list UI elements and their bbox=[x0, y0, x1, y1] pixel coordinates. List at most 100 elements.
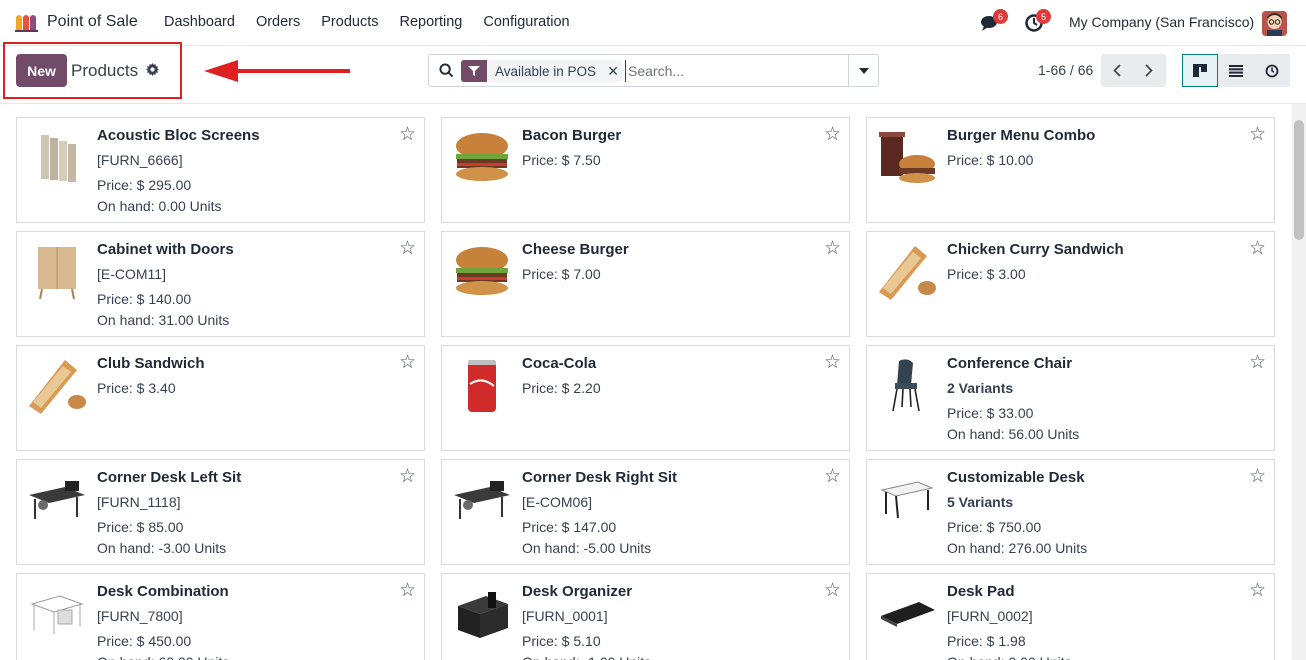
kanban-view-button[interactable] bbox=[1182, 54, 1218, 87]
product-card[interactable]: Burger Menu Combo Price: $ 10.00 ☆ bbox=[866, 117, 1275, 223]
top-navbar: Point of Sale Dashboard Orders Products … bbox=[0, 0, 1306, 46]
favorite-star-icon[interactable]: ☆ bbox=[824, 353, 841, 372]
favorite-star-icon[interactable]: ☆ bbox=[1249, 353, 1266, 372]
product-price: Price: $ 2.20 bbox=[522, 380, 601, 396]
product-card[interactable]: Club Sandwich Price: $ 3.40 ☆ bbox=[16, 345, 425, 451]
product-price: Price: $ 450.00 bbox=[97, 633, 192, 649]
filter-facet-label: Available in POS bbox=[495, 63, 597, 79]
product-card[interactable]: Customizable Desk 5 Variants Price: $ 750.… bbox=[866, 459, 1275, 565]
messages-button[interactable]: 6 bbox=[978, 9, 1008, 35]
product-price: Price: $ 3.00 bbox=[947, 266, 1026, 282]
activity-view-button[interactable] bbox=[1254, 54, 1290, 87]
favorite-star-icon[interactable]: ☆ bbox=[824, 581, 841, 600]
product-name: Desk Combination bbox=[97, 583, 229, 600]
favorite-star-icon[interactable]: ☆ bbox=[399, 581, 416, 600]
favorite-star-icon[interactable]: ☆ bbox=[824, 125, 841, 144]
product-card[interactable]: Chicken Curry Sandwich Price: $ 3.00 ☆ bbox=[866, 231, 1275, 337]
menu-reporting[interactable]: Reporting bbox=[400, 14, 463, 30]
product-card[interactable]: Desk Combination [FURN_7800] Price: $ 450.… bbox=[16, 573, 425, 660]
favorite-star-icon[interactable]: ☆ bbox=[399, 353, 416, 372]
product-card[interactable]: Cheese Burger Price: $ 7.00 ☆ bbox=[441, 231, 850, 337]
favorite-star-icon[interactable]: ☆ bbox=[824, 239, 841, 258]
kanban-icon bbox=[1193, 64, 1207, 77]
list-view-button[interactable] bbox=[1218, 54, 1254, 87]
product-card[interactable]: Corner Desk Right Sit [E-COM06] Price: $ 1… bbox=[441, 459, 850, 565]
product-name: Desk Pad bbox=[947, 583, 1015, 600]
product-card[interactable]: Acoustic Bloc Screens [FURN_6666] Price: $… bbox=[16, 117, 425, 223]
product-on-hand: On hand: 0.00 Units bbox=[947, 654, 1072, 660]
search-icon[interactable] bbox=[439, 63, 454, 78]
product-image bbox=[25, 240, 89, 304]
user-face-icon bbox=[1262, 11, 1287, 36]
favorite-star-icon[interactable]: ☆ bbox=[399, 125, 416, 144]
product-price: Price: $ 3.40 bbox=[97, 380, 176, 396]
product-name: Customizable Desk bbox=[947, 469, 1085, 486]
product-reference: [FURN_6666] bbox=[97, 152, 183, 168]
product-price: Price: $ 7.50 bbox=[522, 152, 601, 168]
kanban-view: Acoustic Bloc Screens [FURN_6666] Price: $… bbox=[0, 104, 1292, 660]
menu-orders[interactable]: Orders bbox=[256, 14, 300, 30]
annotation-highlight-box bbox=[3, 42, 182, 99]
favorite-star-icon[interactable]: ☆ bbox=[1249, 239, 1266, 258]
remove-facet-close-icon[interactable]: ✕ bbox=[604, 63, 622, 80]
product-card[interactable]: Cabinet with Doors [E-COM11] Price: $ 140.… bbox=[16, 231, 425, 337]
product-price: Price: $ 33.00 bbox=[947, 405, 1034, 421]
view-switcher bbox=[1182, 54, 1290, 87]
product-name: Cabinet with Doors bbox=[97, 241, 234, 258]
menu-products[interactable]: Products bbox=[321, 14, 378, 30]
product-name: Corner Desk Left Sit bbox=[97, 469, 242, 486]
product-card[interactable]: Conference Chair 2 Variants Price: $ 33.00… bbox=[866, 345, 1275, 451]
search-input[interactable] bbox=[625, 60, 845, 82]
clock-icon bbox=[1265, 64, 1279, 77]
favorite-star-icon[interactable]: ☆ bbox=[1249, 467, 1266, 486]
product-on-hand: On hand: 276.00 Units bbox=[947, 540, 1088, 556]
pos-app-icon[interactable] bbox=[14, 13, 40, 33]
favorite-star-icon[interactable]: ☆ bbox=[399, 239, 416, 258]
product-card[interactable]: Desk Organizer [FURN_0001] Price: $ 5.10 On… bbox=[441, 573, 850, 660]
product-name: Acoustic Bloc Screens bbox=[97, 127, 260, 144]
product-price: Price: $ 140.00 bbox=[97, 291, 192, 307]
product-variants: 5 Variants bbox=[947, 494, 1014, 510]
product-name: Bacon Burger bbox=[522, 127, 622, 144]
company-switcher[interactable]: My Company (San Francisco) bbox=[1069, 14, 1254, 30]
menu-dashboard[interactable]: Dashboard bbox=[164, 14, 235, 30]
product-card[interactable]: Coca-Cola Price: $ 2.20 ☆ bbox=[441, 345, 850, 451]
product-card[interactable]: Bacon Burger Price: $ 7.50 ☆ bbox=[441, 117, 850, 223]
product-price: Price: $ 10.00 bbox=[947, 152, 1034, 168]
main-menu: Dashboard Orders Products Reporting Conf… bbox=[164, 14, 591, 30]
activities-button[interactable]: 5 bbox=[1022, 9, 1051, 35]
product-image bbox=[25, 354, 89, 418]
menu-configuration[interactable]: Configuration bbox=[483, 14, 569, 30]
scrollbar-thumb[interactable] bbox=[1294, 120, 1304, 240]
pager-value[interactable]: 1-66 / 66 bbox=[1038, 62, 1093, 78]
favorite-star-icon[interactable]: ☆ bbox=[824, 467, 841, 486]
user-avatar[interactable] bbox=[1262, 11, 1287, 36]
product-image bbox=[450, 582, 514, 646]
chevron-right-icon bbox=[1145, 64, 1153, 77]
search-options-toggle[interactable] bbox=[848, 55, 878, 86]
vertical-scrollbar[interactable] bbox=[1292, 104, 1306, 660]
product-name: Conference Chair bbox=[947, 355, 1073, 372]
product-reference: [FURN_0001] bbox=[522, 608, 608, 624]
product-name: Desk Organizer bbox=[522, 583, 633, 600]
favorite-star-icon[interactable]: ☆ bbox=[1249, 125, 1266, 144]
filter-icon bbox=[461, 60, 487, 82]
product-reference: [FURN_0002] bbox=[947, 608, 1033, 624]
annotation-arrow bbox=[204, 60, 350, 82]
caret-down-icon bbox=[858, 67, 869, 74]
favorite-star-icon[interactable]: ☆ bbox=[1249, 581, 1266, 600]
product-image bbox=[450, 126, 514, 190]
product-reference: [E-COM11] bbox=[97, 266, 166, 282]
product-card[interactable]: Desk Pad [FURN_0002] Price: $ 1.98 On hand:… bbox=[866, 573, 1275, 660]
product-reference: [E-COM06] bbox=[522, 494, 593, 510]
product-price: Price: $ 295.00 bbox=[97, 177, 192, 193]
product-image bbox=[25, 126, 89, 190]
app-name[interactable]: Point of Sale bbox=[47, 13, 138, 31]
product-card[interactable]: Corner Desk Left Sit [FURN_1118] Price: $ … bbox=[16, 459, 425, 565]
product-image bbox=[875, 582, 939, 646]
product-on-hand: On hand: 56.00 Units bbox=[947, 426, 1080, 442]
pager-next-button[interactable] bbox=[1133, 54, 1165, 87]
favorite-star-icon[interactable]: ☆ bbox=[399, 467, 416, 486]
product-image bbox=[875, 240, 939, 304]
pager-previous-button[interactable] bbox=[1101, 54, 1133, 87]
